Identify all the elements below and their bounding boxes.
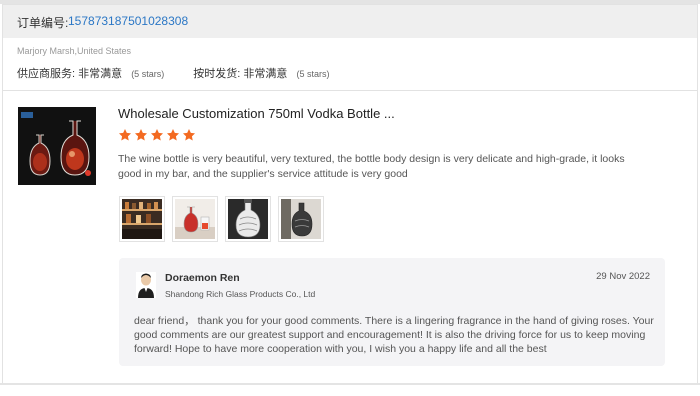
order-header: 订单编号: 157873187501028308: [2, 4, 698, 38]
bar-shelf-photo: [122, 199, 162, 239]
bottom-divider: [0, 383, 700, 385]
bottle-closeup-photo: [228, 199, 268, 239]
supplier-company: Shandong Rich Glass Products Co., Ltd: [165, 289, 316, 299]
rating-on-time-shipping: 按时发货: 非常满意 (5 stars): [193, 65, 329, 81]
star-icon: [182, 129, 196, 141]
bottle-detail-photo: [281, 199, 321, 239]
review-photo[interactable]: [172, 196, 218, 242]
rating-label: 按时发货:: [193, 68, 241, 80]
star-icon: [166, 129, 180, 141]
product-review: Wholesale Customization 750ml Vodka Bott…: [2, 91, 698, 383]
review-text: The wine bottle is very beautiful, very …: [118, 153, 625, 180]
review-photo[interactable]: [225, 196, 271, 242]
rating-supplier-service: 供应商服务: 非常满意 (5 stars): [17, 65, 164, 81]
star-icon: [118, 129, 132, 141]
rating-value: 非常满意: [78, 68, 123, 80]
rating-value: 非常满意: [243, 68, 288, 80]
order-number-label: 订单编号:: [17, 16, 69, 30]
seller-ratings: 供应商服务: 非常满意 (5 stars) 按时发货: 非常满意 (5 star…: [17, 65, 355, 81]
rating-stars-text: (5 stars): [296, 69, 330, 79]
review-star-rating: [118, 128, 196, 144]
order-number-link[interactable]: 157873187501028308: [68, 14, 188, 28]
buyer-name-location: Marjory Marsh,United States: [17, 46, 132, 56]
supplier-reply: Doraemon Ren Shandong Rich Glass Product…: [119, 258, 665, 366]
product-title-link[interactable]: Wholesale Customization 750ml Vodka Bott…: [118, 106, 395, 121]
review-photo[interactable]: [278, 196, 324, 242]
buyer-info: Marjory Marsh,United States 供应商服务: 非常满意 …: [2, 38, 698, 90]
supplier-name: Doraemon Ren: [165, 272, 240, 284]
review-photo-gallery: [119, 196, 324, 242]
rating-stars-text: (5 stars): [131, 69, 165, 79]
star-icon: [134, 129, 148, 141]
reply-text: dear friend， thank you for your good com…: [134, 315, 654, 355]
supplier-avatar: [136, 272, 156, 298]
product-image[interactable]: [18, 107, 96, 185]
vodka-bottle-image: [18, 107, 96, 185]
review-photo[interactable]: [119, 196, 165, 242]
star-icon: [150, 129, 164, 141]
rating-label: 供应商服务:: [17, 68, 76, 80]
bottle-on-table-photo: [175, 199, 215, 239]
reply-date: 29 Nov 2022: [596, 271, 650, 282]
review-page: 订单编号: 157873187501028308 Marjory Marsh,U…: [0, 0, 700, 396]
